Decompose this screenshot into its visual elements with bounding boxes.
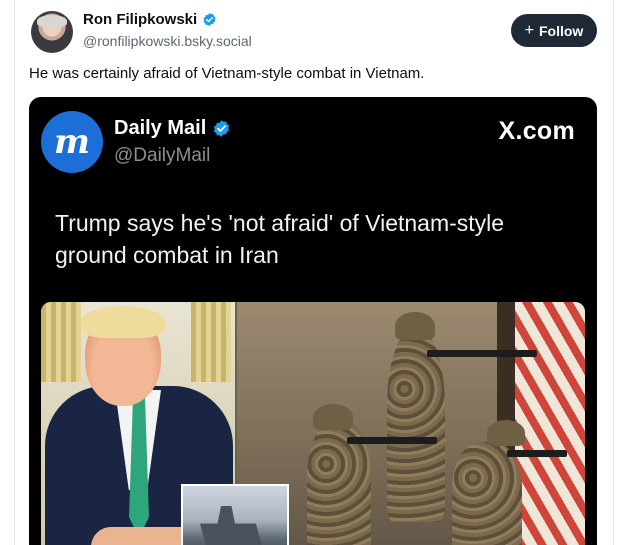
plus-icon: + xyxy=(524,21,534,39)
author-name[interactable]: Ron Filipkowski xyxy=(83,11,197,28)
embed-headline: Trump says he's 'not afraid' of Vietnam-… xyxy=(55,210,505,268)
x-com-label: X.com xyxy=(498,117,575,145)
avatar[interactable] xyxy=(31,11,73,53)
daily-mail-logo-letter: m xyxy=(54,122,90,162)
soldier xyxy=(452,442,522,545)
helmet xyxy=(313,404,353,430)
follow-label: Follow xyxy=(539,22,584,39)
warship xyxy=(200,506,263,545)
curtain xyxy=(41,302,81,382)
embed-author-handle[interactable]: @DailyMail xyxy=(114,145,210,167)
embed-author-name[interactable]: Daily Mail xyxy=(114,117,206,140)
hair xyxy=(81,306,165,338)
soldiers-photo xyxy=(237,302,585,545)
author-handle[interactable]: @ronfilipkowski.bsky.social xyxy=(83,33,252,49)
daily-mail-logo: m xyxy=(41,111,103,173)
curtain xyxy=(191,302,231,382)
striped-wall xyxy=(515,302,585,545)
embedded-post[interactable]: m Daily Mail @DailyMail X.com Trump says… xyxy=(29,97,597,545)
post-text: He was certainly afraid of Vietnam-style… xyxy=(29,65,425,82)
embed-author-row: Daily Mail xyxy=(114,117,231,140)
rifle xyxy=(427,350,537,357)
news-photo[interactable] xyxy=(41,302,585,545)
helmet xyxy=(487,420,525,446)
post-card: Ron Filipkowski @ronfilipkowski.bsky.soc… xyxy=(14,0,614,545)
warship-inset xyxy=(181,484,289,545)
rifle xyxy=(347,437,437,444)
follow-button[interactable]: + Follow xyxy=(511,14,597,47)
soldier xyxy=(387,332,445,522)
verified-badge-icon xyxy=(203,12,216,27)
helmet xyxy=(395,312,435,340)
rifle xyxy=(507,450,567,457)
author-name-row: Ron Filipkowski xyxy=(83,11,217,28)
verified-badge-icon xyxy=(214,120,230,137)
